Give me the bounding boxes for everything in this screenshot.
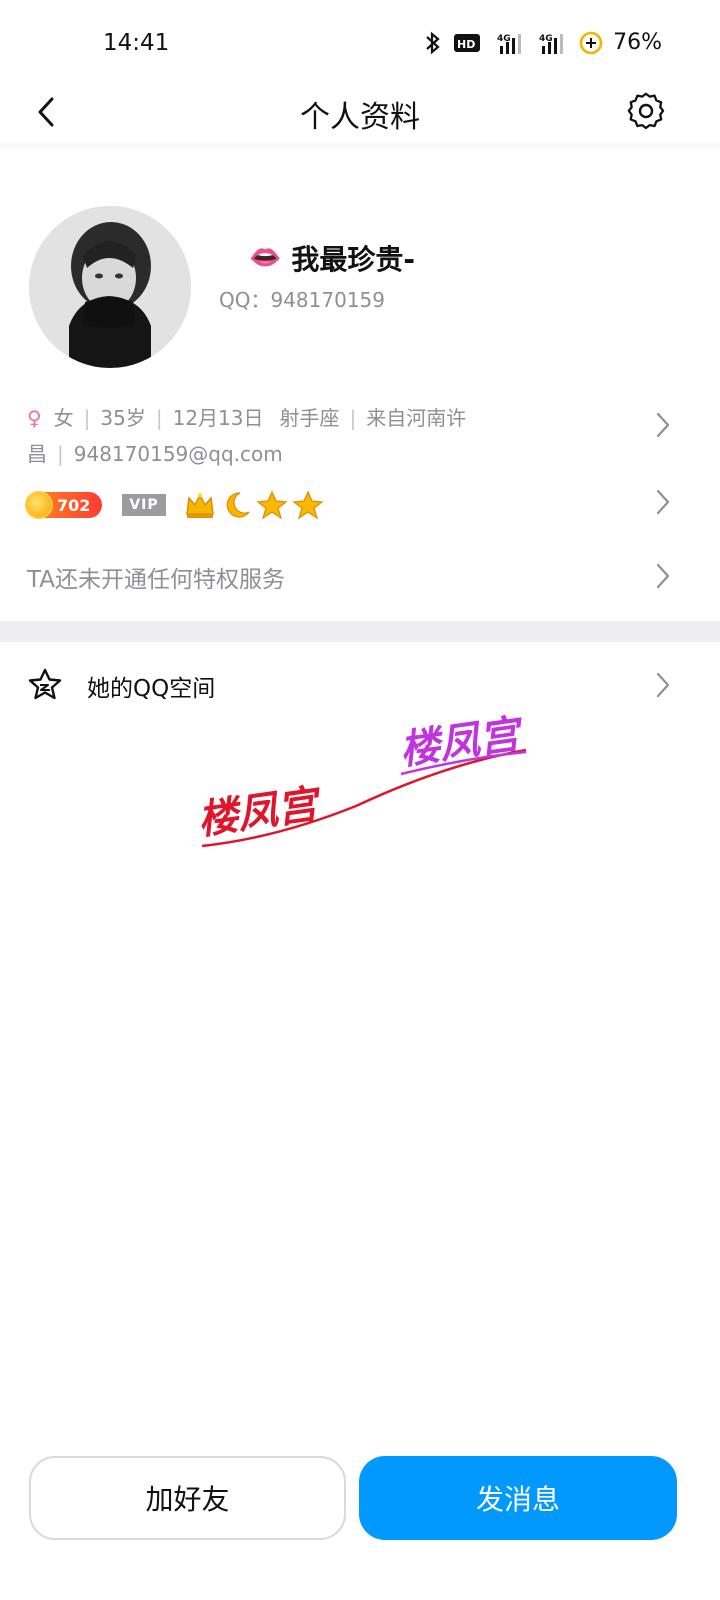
avatar[interactable] [29,206,191,368]
signal-4g-icon: 4G [497,33,522,54]
battery-saver-icon [579,31,603,54]
gender: 女 [53,406,74,430]
age: 35岁 [100,406,146,430]
qq-number[interactable]: QQ：948170159 [219,284,385,313]
privilege-text[interactable]: TA还未开通任何特权服务 [27,560,285,594]
star-icon [292,490,324,520]
profile-details[interactable]: ♀ 女 | 35岁 | 12月13日 射手座 | 来自河南许昌 | 948170159@qq.com [27,400,647,472]
chevron-right-icon[interactable] [652,487,674,517]
gear-icon [627,92,665,130]
header-divider [0,143,720,151]
female-icon: ♀ [27,406,42,430]
status-bar: 14:41 HD 4G 4G 76% [0,0,720,90]
vip-badge: VIP [122,494,166,516]
email: 948170159@qq.com [73,442,283,466]
crown-icon [186,492,214,518]
svg-text:HD: HD [457,38,475,51]
star-icon [256,490,288,520]
bluetooth-icon [426,31,440,54]
lips-icon: 👄 [249,243,282,273]
moon-icon [226,492,250,518]
medals [184,490,324,520]
nickname-row: 👄 我最珍贵- [249,238,415,278]
zodiac: 射手座 [279,406,340,430]
watermark: 楼凤宫 楼凤宫 [196,711,527,848]
birthday: 12月13日 [172,406,264,430]
battery-percent: 76% [613,30,662,55]
status-time: 14:41 [103,30,170,56]
section-divider [0,621,720,642]
hd-voice-icon: HD [454,33,481,52]
level-value: 702 [57,495,91,515]
star-outline-icon [28,668,62,700]
chevron-right-icon [656,672,670,698]
chevron-right-icon[interactable] [652,561,674,591]
status-icons: HD 4G 4G 76% [423,30,662,55]
nav-bar: 个人资料 [0,84,720,142]
send-message-button[interactable]: 发消息 [359,1456,677,1540]
chevron-right-icon[interactable] [652,410,674,440]
add-friend-button[interactable]: 加好友 [29,1456,346,1540]
watermark-text-1: 楼凤宫 [196,781,325,844]
nickname: 我最珍贵- [291,243,415,276]
level-badge: 702 [25,491,102,519]
qzone-label: 她的QQ空间 [87,676,216,702]
coin-icon [25,491,53,519]
badges-row[interactable]: 702 VIP [25,490,324,520]
settings-button[interactable] [626,91,666,131]
page-title: 个人资料 [300,100,420,135]
signal-4g-icon: 4G [539,33,564,54]
